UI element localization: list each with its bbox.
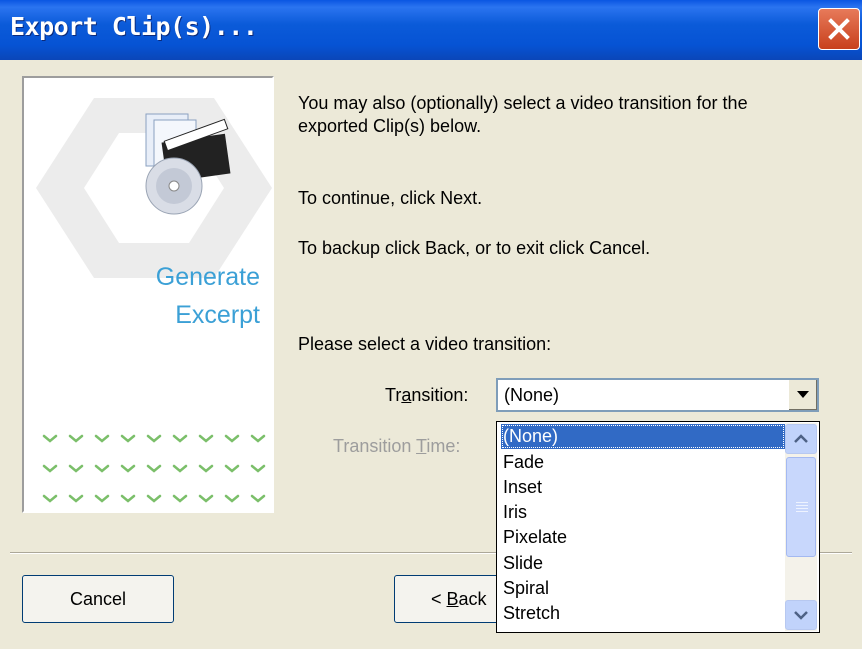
dropdown-scrollbar[interactable]: [785, 423, 817, 631]
transition-select-value: (None): [504, 385, 560, 405]
instruction-back-cancel: To backup click Back, or to exit click C…: [298, 238, 651, 258]
side-heading-line2: Excerpt: [175, 301, 260, 329]
cancel-button[interactable]: Cancel: [22, 575, 174, 623]
instruction-line-2: exported Clip(s) below.: [298, 116, 482, 136]
dropdown-option-spiral[interactable]: Spiral: [501, 576, 785, 601]
wizard-side-panel: Generate Excerpt: [22, 76, 274, 513]
dropdown-arrow-button[interactable]: [788, 380, 817, 410]
scroll-down-button[interactable]: [785, 600, 817, 630]
window-title: Export Clip(s)...: [10, 12, 258, 41]
instruction-line-1: You may also (optionally) select a video…: [298, 93, 748, 113]
side-heading-line1: Generate: [155, 263, 260, 291]
transition-time-label: Transition Time:: [333, 436, 461, 456]
chevron-down-icon: [794, 611, 808, 620]
chevron-up-icon: [794, 434, 808, 443]
dropdown-option-slide[interactable]: Slide: [501, 551, 785, 576]
dropdown-option-inset[interactable]: Inset: [501, 475, 785, 500]
close-icon: [828, 18, 850, 40]
dropdown-option-fade[interactable]: Fade: [501, 450, 785, 475]
transition-label: Transition:: [385, 385, 469, 405]
dropdown-option-none[interactable]: (None): [501, 424, 785, 449]
decorative-chevrons: [42, 434, 266, 503]
video-export-icon: [145, 113, 231, 215]
transition-select[interactable]: (None): [496, 378, 819, 412]
transition-dropdown-list[interactable]: (None) Fade Inset Iris Pixelate Slide Sp…: [496, 421, 820, 633]
dropdown-option-stretch[interactable]: Stretch: [501, 601, 785, 626]
instruction-continue: To continue, click Next.: [298, 188, 483, 208]
dropdown-option-iris[interactable]: Iris: [501, 500, 785, 525]
chevron-down-icon: [797, 391, 809, 398]
select-transition-prompt: Please select a video transition:: [298, 334, 552, 354]
title-bar[interactable]: Export Clip(s)...: [0, 0, 862, 60]
close-button[interactable]: [818, 8, 860, 50]
dropdown-option-pixelate[interactable]: Pixelate: [501, 525, 785, 550]
scroll-up-button[interactable]: [785, 424, 817, 454]
scroll-thumb[interactable]: [786, 457, 816, 557]
